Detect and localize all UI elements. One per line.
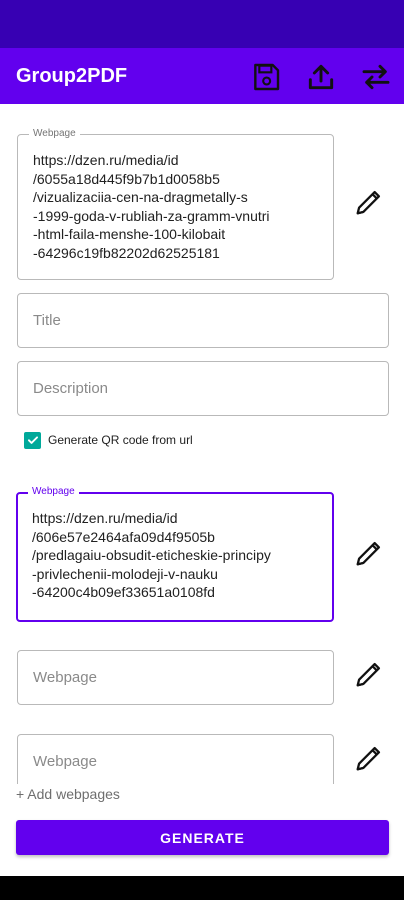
qr-checkbox[interactable]: [24, 431, 41, 449]
webpage-field-2[interactable]: Webpage https://dzen.ru/media/id /606e57…: [16, 486, 334, 622]
description-placeholder: Description: [33, 380, 109, 397]
pencil-icon: [356, 190, 381, 215]
edit-webpage-button-3[interactable]: [352, 657, 386, 691]
swap-button[interactable]: [359, 60, 393, 94]
check-icon: [27, 436, 38, 444]
pencil-icon: [356, 662, 381, 687]
qr-checkbox-label: Generate QR code from url: [48, 433, 193, 447]
webpage-placeholder: Webpage: [33, 669, 97, 686]
description-input[interactable]: Description: [17, 361, 389, 416]
webpage-url: https://dzen.ru/media/id /6055a18d445f9b…: [33, 152, 270, 261]
add-webpages-link[interactable]: + Add webpages: [16, 786, 120, 802]
edit-webpage-button-1[interactable]: [352, 185, 386, 219]
webpage-placeholder: Webpage: [33, 753, 97, 770]
webpage-field-4[interactable]: Webpage: [17, 734, 334, 784]
generate-button[interactable]: GENERATE: [16, 820, 389, 855]
navigation-bar: [0, 876, 404, 900]
webpage-field-1[interactable]: Webpage https://dzen.ru/media/id /6055a1…: [17, 128, 334, 280]
qr-checkbox-row[interactable]: Generate QR code from url: [24, 430, 193, 450]
title-placeholder: Title: [33, 312, 61, 329]
webpage-field-3[interactable]: Webpage: [17, 650, 334, 705]
pencil-icon: [356, 541, 381, 566]
app-bar: Group2PDF: [0, 48, 404, 104]
save-icon: [254, 63, 280, 91]
webpage-field-label: Webpage: [29, 128, 80, 140]
share-button[interactable]: [304, 60, 338, 94]
title-input[interactable]: Title: [17, 293, 389, 348]
pencil-icon: [356, 746, 381, 771]
webpage-url: https://dzen.ru/media/id /606e57e2464afa…: [32, 510, 271, 600]
save-button[interactable]: [249, 60, 283, 94]
edit-webpage-button-2[interactable]: [352, 536, 386, 570]
webpage-field-label: Webpage: [28, 486, 79, 498]
app-title: Group2PDF: [16, 65, 128, 87]
edit-webpage-button-4[interactable]: [352, 741, 386, 775]
webpages-list: Webpage https://dzen.ru/media/id /6055a1…: [0, 104, 404, 784]
status-bar: [0, 0, 404, 48]
swap-icon: [362, 64, 390, 90]
share-icon: [308, 64, 334, 90]
